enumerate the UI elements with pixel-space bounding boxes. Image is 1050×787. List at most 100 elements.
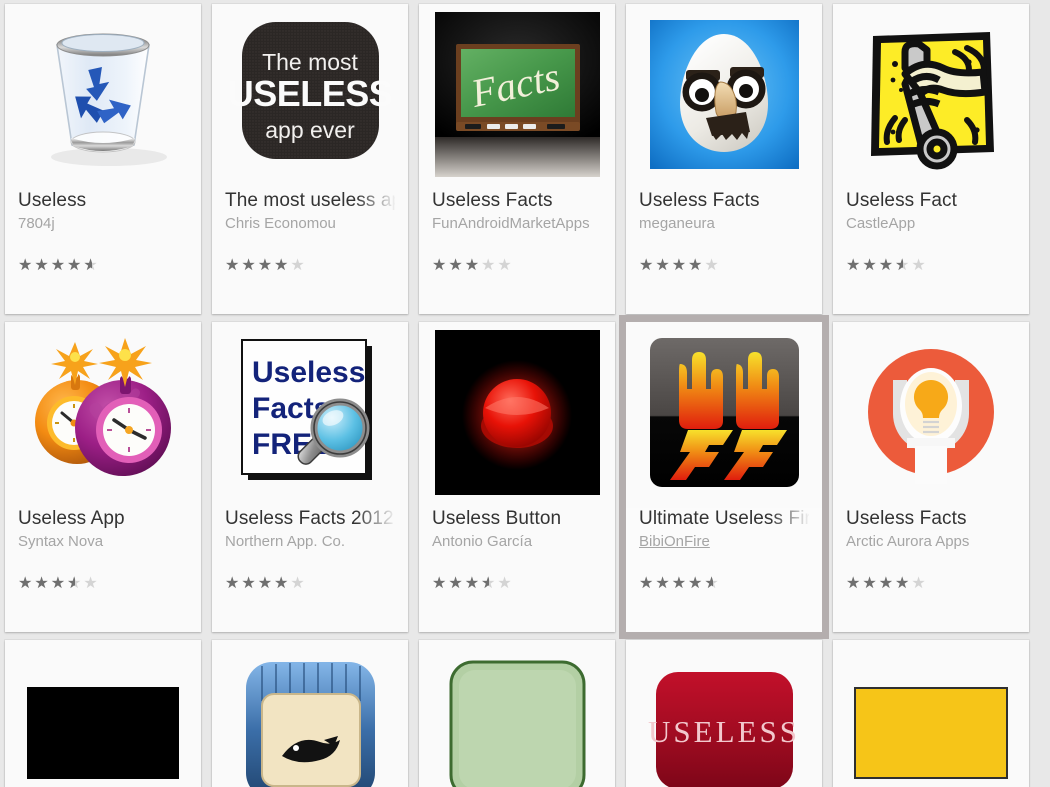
app-thumbnail[interactable] [5,322,201,508]
app-card[interactable]: UselessJBCorp★★★★★★★★★★$0.99 [5,640,201,787]
app-title[interactable]: Useless Facts [432,190,602,212]
title-fade-overlay [770,508,809,530]
app-card[interactable]: Useless 7804j ★★★★★ ★★★★★ [5,4,201,314]
app-card-grid: Useless 7804j ★★★★★ ★★★★★ The most USELESS … [0,0,1050,787]
app-card[interactable]: Useless FactsTsegai Corp.★★★★★★★★★★ [833,640,1029,787]
app-thumbnail[interactable] [833,640,1029,787]
rating-row: ★★★★★★★★★★ [225,575,395,591]
app-card[interactable]: Useless Factsmeganeura ★★★★★★★★★★ [626,4,822,314]
app-card-meta: Useless Facts FunAndroidMarketApps ★★★★★ ★★… [419,190,615,273]
star-rating-fill: ★★★★★ [432,575,489,591]
app-title[interactable]: Useless [18,190,188,212]
app-title[interactable]: Useless Fact [846,190,1016,212]
title-fade-overlay [770,190,809,212]
rating-row: ★★★★★★★★★★ [18,575,188,591]
app-developer[interactable]: FunAndroidMarketApps [432,213,602,234]
star-rating: ★★★★★★★★★★ [18,575,100,591]
app-thumbnail[interactable]: Facts [419,4,615,190]
app-card[interactable]: USELESS Useless Game!Eele Sikkes★★★★★★★★… [626,640,822,787]
app-thumbnail[interactable] [5,4,201,190]
title-fade-overlay [356,508,395,530]
app-card[interactable]: Ultimate Useless Fire BibiOnFire ★★★★★ ★★★★… [626,322,822,632]
app-thumbnail[interactable]: USELESS [626,640,822,787]
title-fade-overlay [563,190,602,212]
app-card[interactable]: Useless AppSyntax Nova ★★★★★★★★★★ [5,322,201,632]
rock-hands-ff-icon [642,330,807,500]
app-title[interactable]: Useless Button [432,508,602,530]
app-card[interactable]: The most Useless appmariosThe★★★★★★★★★★ [212,640,408,787]
star-rating-fill: ★★★★★ [18,257,92,273]
app-card-meta: Useless ButtonAntonio García ★★★★★★★★★★ [419,508,615,591]
star-rating-fill: ★★★★★ [225,257,291,273]
app-card[interactable]: Useless ButtonAntonio García ★★★★★★★★★★ [419,322,615,632]
app-title[interactable]: The most useless app ever [225,190,395,212]
app-title[interactable]: Useless Facts [846,508,1016,530]
star-rating-fill: ★★★★★ [639,575,713,591]
title-fade-overlay [977,508,1016,530]
app-title[interactable]: Ultimate Useless Fire [639,508,809,530]
red-button-icon [434,330,600,500]
app-title[interactable]: Useless Facts 2012 [225,508,395,530]
app-thumbnail[interactable] [626,4,822,190]
app-thumbnail[interactable] [5,640,201,787]
app-card[interactable]: Useless Facts FREE Useless Facts 2012 Nor… [212,322,408,632]
red-useless-icon: USELESS [642,648,807,787]
disguise-egg-icon [642,12,807,182]
app-thumbnail[interactable]: The most USELESS app ever [212,4,408,190]
rating-row: ★★★★★★★★★★ [639,575,809,591]
app-developer[interactable]: meganeura [639,213,809,234]
app-card-meta: Ultimate Useless Fire BibiOnFire ★★★★★ ★★★★… [626,508,822,591]
app-developer[interactable]: Northern App. Co. [225,531,395,552]
app-card-meta: Useless Facts Arctic Aurora Apps ★★★★★ ★★★★… [833,508,1029,591]
app-card-meta: Useless AppSyntax Nova ★★★★★★★★★★ [5,508,201,591]
star-rating: ★★★★★★★★★★ [846,257,928,273]
app-card[interactable]: Facts Useless Facts FunAndroidMarketApps ★… [419,4,615,314]
app-thumbnail[interactable] [626,322,822,508]
app-developer[interactable]: 7804j [18,213,188,234]
app-card[interactable]: Useless Facts Arctic Aurora Apps ★★★★★ ★★★★… [833,322,1029,632]
app-card-meta: Useless Facts 2012 Northern App. Co. ★★★★★… [212,508,408,591]
svg-text:The most: The most [262,49,358,75]
app-developer[interactable]: CastleApp [846,213,1016,234]
star-rating: ★★★★★★★★★★ [639,257,721,273]
star-rating-fill: ★★★★★ [846,257,903,273]
app-card-meta: Useless 7804j ★★★★★ ★★★★★ [5,190,201,273]
app-card[interactable]: Useless FactCastleApp ★★★★★★★★★★ [833,4,1029,314]
app-developer[interactable]: BibiOnFire [639,531,809,552]
star-rating: ★★★★★★★★★★ [639,575,721,591]
chalkboard-facts-icon: Facts [434,12,600,182]
rating-row: ★★★★★★★★★★ [432,575,602,591]
app-card[interactable]: The most USELESS app ever The most usele… [212,4,408,314]
star-rating: ★★★★★★★★★★ [432,257,514,273]
app-thumbnail[interactable] [833,322,1029,508]
yellow-wrench-icon [849,12,1014,182]
app-developer[interactable]: Arctic Aurora Apps [846,531,1016,552]
title-fade-overlay [356,190,395,212]
app-developer[interactable]: Chris Economou [225,213,395,234]
title-fade-overlay [149,508,188,530]
toilet-lightbulb-icon [849,330,1014,500]
recycle-bin-icon [21,12,186,182]
star-rating-fill: ★★★★★ [18,575,75,591]
app-title[interactable]: Useless Facts [639,190,809,212]
app-thumbnail[interactable]: Useless Facts FREE [212,322,408,508]
star-rating: ★★★★★★★★★★ [225,257,307,273]
app-card[interactable]: Useless Facts WidgetMoreDouble★★★★★★★★★★ [419,640,615,787]
app-thumbnail[interactable] [419,640,615,787]
app-thumbnail[interactable] [419,322,615,508]
app-title[interactable]: Useless App [18,508,188,530]
app-thumbnail[interactable] [833,4,1029,190]
app-developer[interactable]: Antonio García [432,531,602,552]
rating-row: ★★★★★★★★★★ [639,257,809,273]
star-rating: ★★★★★★★★★★ [846,575,928,591]
app-developer[interactable]: Syntax Nova [18,531,188,552]
star-rating-fill: ★★★★★ [639,257,705,273]
app-grid-page: Useless 7804j ★★★★★ ★★★★★ The most USELESS … [0,0,1050,787]
rating-row: ★★★★★★★★★★ [846,257,1016,273]
svg-text:Useless: Useless [252,356,365,389]
app-thumbnail[interactable] [212,640,408,787]
star-rating-fill: ★★★★★ [432,257,482,273]
rating-row: ★★★★★★★★★★ [432,257,602,273]
bomb-clocks-icon [21,330,186,500]
blue-book-icon [228,648,393,787]
